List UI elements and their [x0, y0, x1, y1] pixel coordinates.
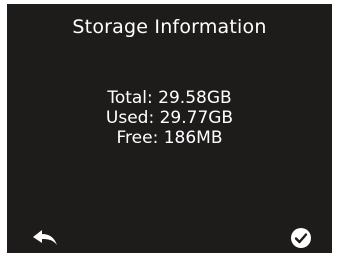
- checkmark-circle-icon: [291, 228, 311, 248]
- storage-used: Used: 29.77GB: [105, 108, 234, 128]
- storage-info-screen: Storage Information Total: 29.58GB Used:…: [7, 4, 332, 253]
- storage-total: Total: 29.58GB: [107, 88, 232, 108]
- storage-info-list: Total: 29.58GB Used: 29.77GB Free: 186MB: [7, 88, 332, 148]
- back-arrow-icon: [33, 230, 57, 245]
- back-button[interactable]: [31, 226, 59, 250]
- confirm-button[interactable]: [287, 226, 315, 250]
- page-title: Storage Information: [72, 16, 267, 38]
- storage-free: Free: 186MB: [116, 128, 223, 148]
